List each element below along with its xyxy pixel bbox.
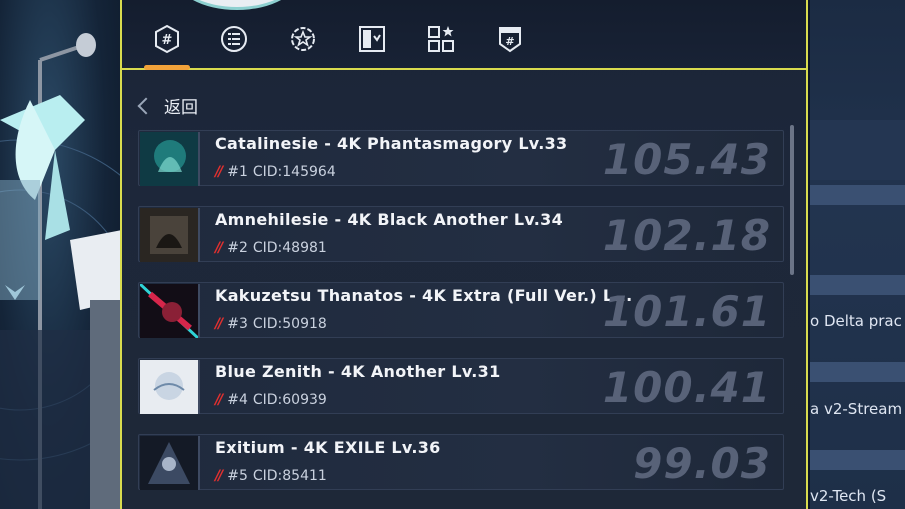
list-icon [221,26,247,52]
song-cover-image [140,436,200,490]
back-button[interactable]: 返回 [137,93,198,118]
song-title: Amnehilesie - 4K Black Another Lv.34 [215,210,564,229]
record-meta: //#2 CID:48981 [215,240,327,256]
record-row[interactable]: Catalinesie - 4K Phantasmagory Lv.33 //#1… [138,130,784,186]
record-row[interactable]: Kakuzetsu Thanatos - 4K Extra (Full Ver.… [138,282,784,338]
active-tab-indicator [144,65,190,70]
record-row[interactable]: Amnehilesie - 4K Black Another Lv.34 //#2… [138,206,784,262]
record-score: 101.61 [602,287,771,336]
bg-song-text-3: v2-Tech (S [810,487,887,505]
rank-slash-icon: // [215,164,223,180]
song-cover-image [140,208,200,262]
record-score: 99.03 [633,439,771,488]
song-title: Catalinesie - 4K Phantasmagory Lv.33 [215,134,568,153]
song-title: Blue Zenith - 4K Another Lv.31 [215,362,501,381]
record-row[interactable]: Exitium - 4K EXILE Lv.36 //#5 CID:85411 99.… [138,434,784,490]
back-label: 返回 [164,98,198,118]
rank: #1 [227,164,248,180]
record-meta: //#4 CID:60939 [215,392,327,408]
tab-bar: # # [122,0,806,70]
tab-chart-cards[interactable] [355,22,389,56]
rank: #5 [227,468,248,484]
record-meta: //#1 CID:145964 [215,164,336,180]
svg-text:#: # [162,33,173,48]
song-cover-image [140,360,200,414]
song-title: Exitium - 4K EXILE Lv.36 [215,438,441,457]
record-meta: //#3 CID:50918 [215,316,327,332]
rank-slash-icon: // [215,316,223,332]
chart-cards-icon [359,26,385,52]
tab-hash-badge[interactable]: # [150,22,184,56]
rank-slash-icon: // [215,240,223,256]
tab-list[interactable] [217,22,251,56]
records-panel: # # 返回 Catalinesie - 4K Phantasmagory Lv… [120,0,808,509]
hash-badge-icon: # [155,24,179,54]
song-title: Kakuzetsu Thanatos - 4K Extra (Full Ver.… [215,286,633,305]
tab-hash-box[interactable]: # [493,22,527,56]
badge-star-icon [291,27,315,51]
chevron-left-icon [137,97,155,114]
hash-box-icon: # [499,27,521,53]
rank-slash-icon: // [215,468,223,484]
background-list-right: o Delta prac a v2-Stream v2-Tech (S [810,0,905,509]
tab-grid-star[interactable] [424,22,458,56]
rank: #2 [227,240,248,256]
record-score: 105.43 [602,135,771,184]
song-cover-image [140,132,200,186]
tab-badge[interactable] [286,22,320,56]
avatar[interactable] [174,0,300,10]
background-illustration-left [0,0,122,509]
svg-text:#: # [505,35,514,48]
rank: #4 [227,392,248,408]
bg-song-text-1: o Delta prac [810,312,902,330]
song-cover-image [140,284,200,338]
chart-cid: CID:60939 [252,392,327,408]
record-meta: //#5 CID:85411 [215,468,327,484]
record-score: 100.41 [602,363,771,412]
grid-star-icon [428,26,454,52]
character-illustration [0,33,122,509]
rank-slash-icon: // [215,392,223,408]
chart-cid: CID:50918 [252,316,327,332]
rank: #3 [227,316,248,332]
bg-song-text-2: a v2-Stream [810,400,903,418]
record-row[interactable]: Blue Zenith - 4K Another Lv.31 //#4 CID:60… [138,358,784,414]
record-score: 102.18 [602,211,771,260]
scrollbar[interactable] [790,125,794,275]
chart-cid: CID:85411 [252,468,327,484]
chart-cid: CID:48981 [252,240,327,256]
chart-cid: CID:145964 [252,164,336,180]
